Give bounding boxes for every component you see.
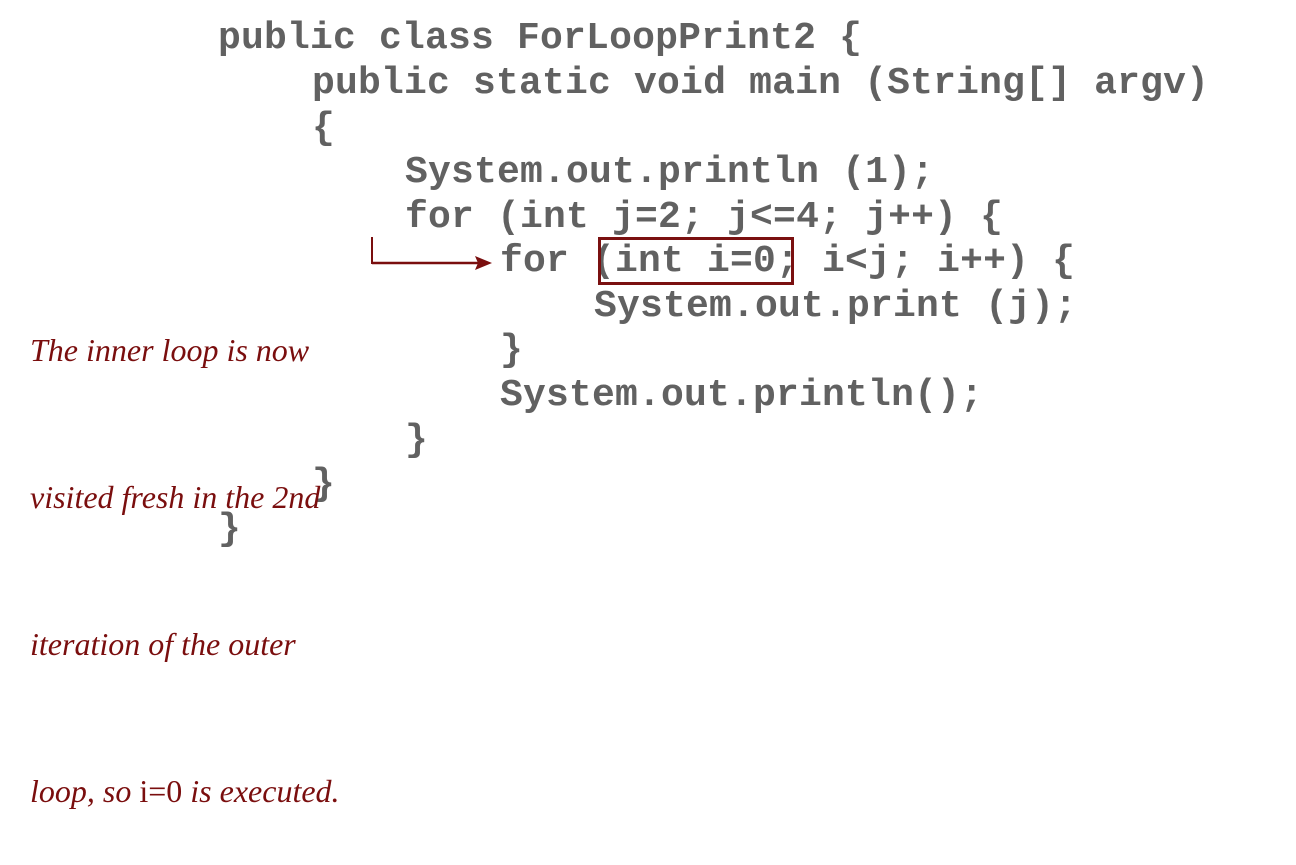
annotation-line-3: iteration of the outer: [30, 626, 296, 662]
annotation-line-2: visited fresh in the 2nd: [30, 479, 321, 515]
annotation-line-4: loop, so i=0 is executed.: [30, 767, 340, 816]
annotation-line-4-prefix: loop, so: [30, 773, 140, 809]
annotation-line-1: The inner loop is now: [30, 332, 310, 368]
annotation-line-4-code: i=0: [139, 773, 183, 809]
annotation-line-4-suffix: is executed.: [182, 773, 340, 809]
annotation-note: The inner loop is now visited fresh in t…: [30, 228, 340, 865]
